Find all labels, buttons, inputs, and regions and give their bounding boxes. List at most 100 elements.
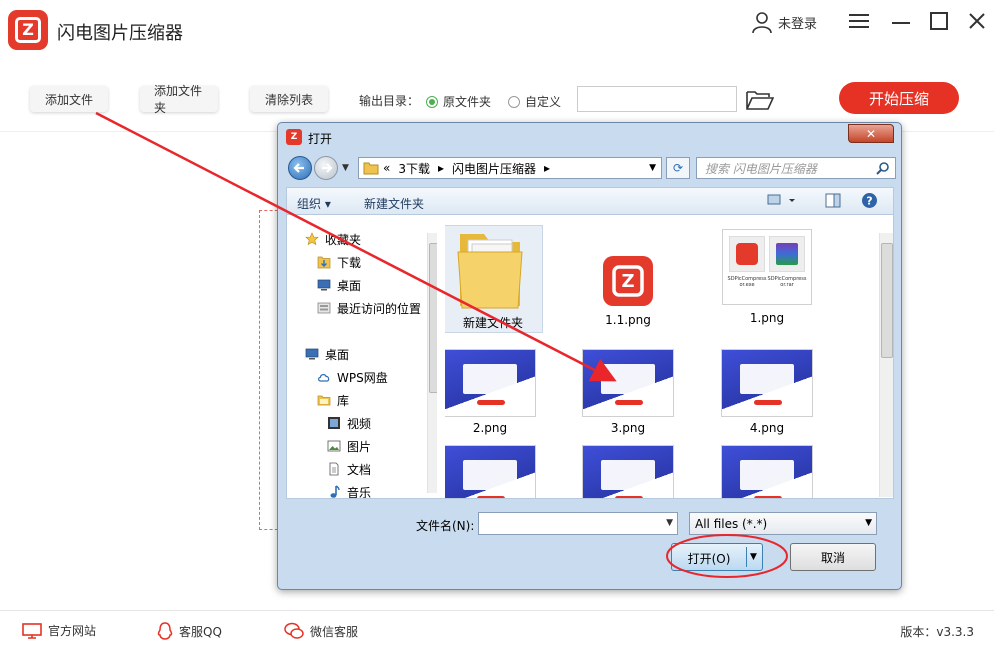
radio-custom-folder[interactable]: 自定义 — [508, 93, 561, 110]
dialog-title: 打开 — [308, 132, 333, 146]
add-file-button[interactable]: 添加文件 — [30, 86, 108, 112]
nav-desktop-root[interactable]: 桌面 — [305, 344, 349, 364]
file-list-scrollbar[interactable] — [879, 233, 893, 497]
back-button[interactable] — [288, 156, 312, 180]
file-item-2-png[interactable]: 2.png — [445, 349, 545, 445]
new-folder-button[interactable]: 新建文件夹 — [364, 195, 424, 212]
file-name: 4.png — [749, 421, 785, 435]
close-button[interactable] — [964, 8, 990, 34]
nav-favorites-label: 收藏夹 — [325, 232, 362, 247]
wechat-support-link[interactable]: 微信客服 — [284, 622, 358, 640]
view-menu[interactable] — [767, 193, 797, 210]
logo-letter: Z — [22, 20, 34, 39]
dialog-close-button[interactable]: ✕ — [848, 124, 894, 143]
minimize-button[interactable] — [888, 8, 914, 34]
help-button[interactable]: ? — [861, 192, 878, 212]
user-icon — [752, 12, 772, 34]
address-prefix: « — [383, 161, 391, 175]
file-item-partial[interactable] — [712, 445, 822, 498]
file-item-3-png[interactable]: 3.png — [573, 349, 683, 445]
file-item-partial[interactable] — [445, 445, 545, 498]
nav-pictures[interactable]: 图片 — [327, 436, 371, 456]
folder-icon — [457, 234, 523, 309]
chevron-down-icon[interactable]: ▼ — [750, 552, 757, 562]
file-item-1-png[interactable]: SDPicCompressor.exe SDPicCompressor.rar … — [712, 229, 822, 337]
monitor-icon — [22, 622, 42, 639]
nav-downloads[interactable]: 下载 — [317, 252, 361, 272]
dialog-title-bar[interactable]: Z 打开 ✕ — [278, 123, 901, 151]
address-segment-downloads[interactable]: 3下载 — [394, 160, 434, 177]
radio-unchecked-icon — [508, 95, 520, 108]
screenshot-thumbnail: SDPicCompressor.exe SDPicCompressor.rar — [722, 229, 812, 305]
nav-downloads-label: 下载 — [337, 255, 362, 270]
search-input[interactable]: 搜索 闪电图片压缩器 — [696, 157, 896, 179]
nav-scrollbar-thumb[interactable] — [429, 243, 437, 393]
nav-wps-label: WPS网盘 — [337, 370, 388, 385]
wechat-icon — [284, 622, 304, 639]
footer-bar: 官方网站 客服QQ 微信客服 版本：v3.3.3 — [0, 610, 994, 645]
clear-list-button[interactable]: 清除列表 — [250, 86, 328, 112]
nav-recent[interactable]: 最近访问的位置 — [317, 298, 421, 318]
output-dir-label: 输出目录： — [359, 94, 420, 108]
browser-panes: 收藏夹 下载 桌面 最近访问的位置 桌面 WPS网盘 库 视频 图片 文档 音乐… — [286, 215, 894, 499]
nav-library[interactable]: 库 — [317, 390, 349, 410]
file-list: 新建文件夹 Z 1.1.png SDPicCompressor.exe SDPi… — [445, 215, 875, 498]
title-bar: Z 闪电图片压缩器 未登录 — [0, 0, 994, 62]
app-window: Z 闪电图片压缩器 未登录 添加文件 添加文件夹 清除列表 输出目录： 原文件夹… — [0, 0, 994, 645]
official-site-link[interactable]: 官方网站 — [22, 622, 96, 639]
file-name: 新建文件夹 — [462, 316, 523, 330]
login-button[interactable]: 未登录 — [750, 8, 830, 36]
organize-menu[interactable]: 组织 ▾ — [297, 195, 331, 212]
open-file-dialog: Z 打开 ✕ ▼ « 3下载 ▸ 闪电图片压缩器 ▸ ▼ ⟳ 搜索 闪电图片压缩… — [277, 122, 902, 590]
nav-video[interactable]: 视频 — [327, 413, 371, 433]
nav-documents[interactable]: 文档 — [327, 459, 371, 479]
maximize-button[interactable] — [926, 8, 952, 34]
file-item-partial[interactable] — [573, 445, 683, 498]
menu-button[interactable] — [846, 8, 872, 34]
cancel-button[interactable]: 取消 — [790, 543, 876, 571]
history-dropdown-icon[interactable]: ▼ — [342, 163, 349, 173]
arrow-left-icon — [293, 163, 304, 173]
browse-folder-button[interactable] — [746, 89, 775, 111]
file-type-select[interactable]: All files (*.*) ▼ — [689, 512, 877, 535]
desktop-icon — [305, 348, 319, 360]
screenshot-thumbnail — [582, 349, 674, 417]
nav-music[interactable]: 音乐 — [327, 482, 371, 498]
forward-button[interactable] — [314, 156, 338, 180]
chevron-right-icon: ▸ — [544, 161, 551, 175]
file-list-scrollbar-thumb[interactable] — [881, 243, 893, 358]
cloud-icon — [318, 374, 330, 382]
qq-support-link[interactable]: 客服QQ — [157, 622, 222, 640]
document-icon — [329, 462, 339, 476]
nav-wps-drive[interactable]: WPS网盘 — [317, 367, 388, 387]
screenshot-thumbnail — [445, 349, 536, 417]
file-item-1-1-png[interactable]: Z 1.1.png — [573, 255, 683, 335]
picture-icon — [327, 440, 341, 452]
nav-desktop[interactable]: 桌面 — [317, 275, 361, 295]
nav-favorites[interactable]: 收藏夹 — [305, 229, 361, 249]
address-dropdown-icon[interactable]: ▼ — [649, 163, 661, 173]
start-compress-button[interactable]: 开始压缩 — [839, 82, 959, 114]
official-site-label: 官方网站 — [48, 624, 97, 638]
file-item-4-png[interactable]: 4.png — [712, 349, 822, 445]
desktop-icon — [317, 279, 331, 291]
svg-text:?: ? — [866, 195, 872, 208]
output-path-input[interactable] — [577, 86, 737, 112]
open-button[interactable]: 打开(O) ▼ — [671, 543, 763, 571]
chevron-down-icon[interactable]: ▼ — [666, 518, 673, 528]
radio-original-label: 原文件夹 — [443, 95, 492, 109]
filename-input[interactable]: ▼ — [478, 512, 678, 535]
file-name: 3.png — [610, 421, 646, 435]
address-bar[interactable]: « 3下载 ▸ 闪电图片压缩器 ▸ ▼ — [358, 157, 662, 179]
refresh-button[interactable]: ⟳ — [666, 157, 690, 179]
nav-pictures-label: 图片 — [347, 439, 372, 454]
radio-original-folder[interactable]: 原文件夹 — [426, 93, 491, 110]
add-folder-button[interactable]: 添加文件夹 — [140, 84, 218, 115]
address-segment-app[interactable]: 闪电图片压缩器 — [448, 160, 540, 177]
rar-filename: SDPicCompressor.rar — [767, 276, 807, 288]
preview-pane-button[interactable] — [825, 193, 841, 211]
nav-library-label: 库 — [337, 393, 350, 408]
nav-video-label: 视频 — [347, 416, 372, 431]
nav-scrollbar[interactable] — [427, 233, 437, 493]
file-item-new-folder[interactable]: 新建文件夹 — [445, 225, 543, 333]
